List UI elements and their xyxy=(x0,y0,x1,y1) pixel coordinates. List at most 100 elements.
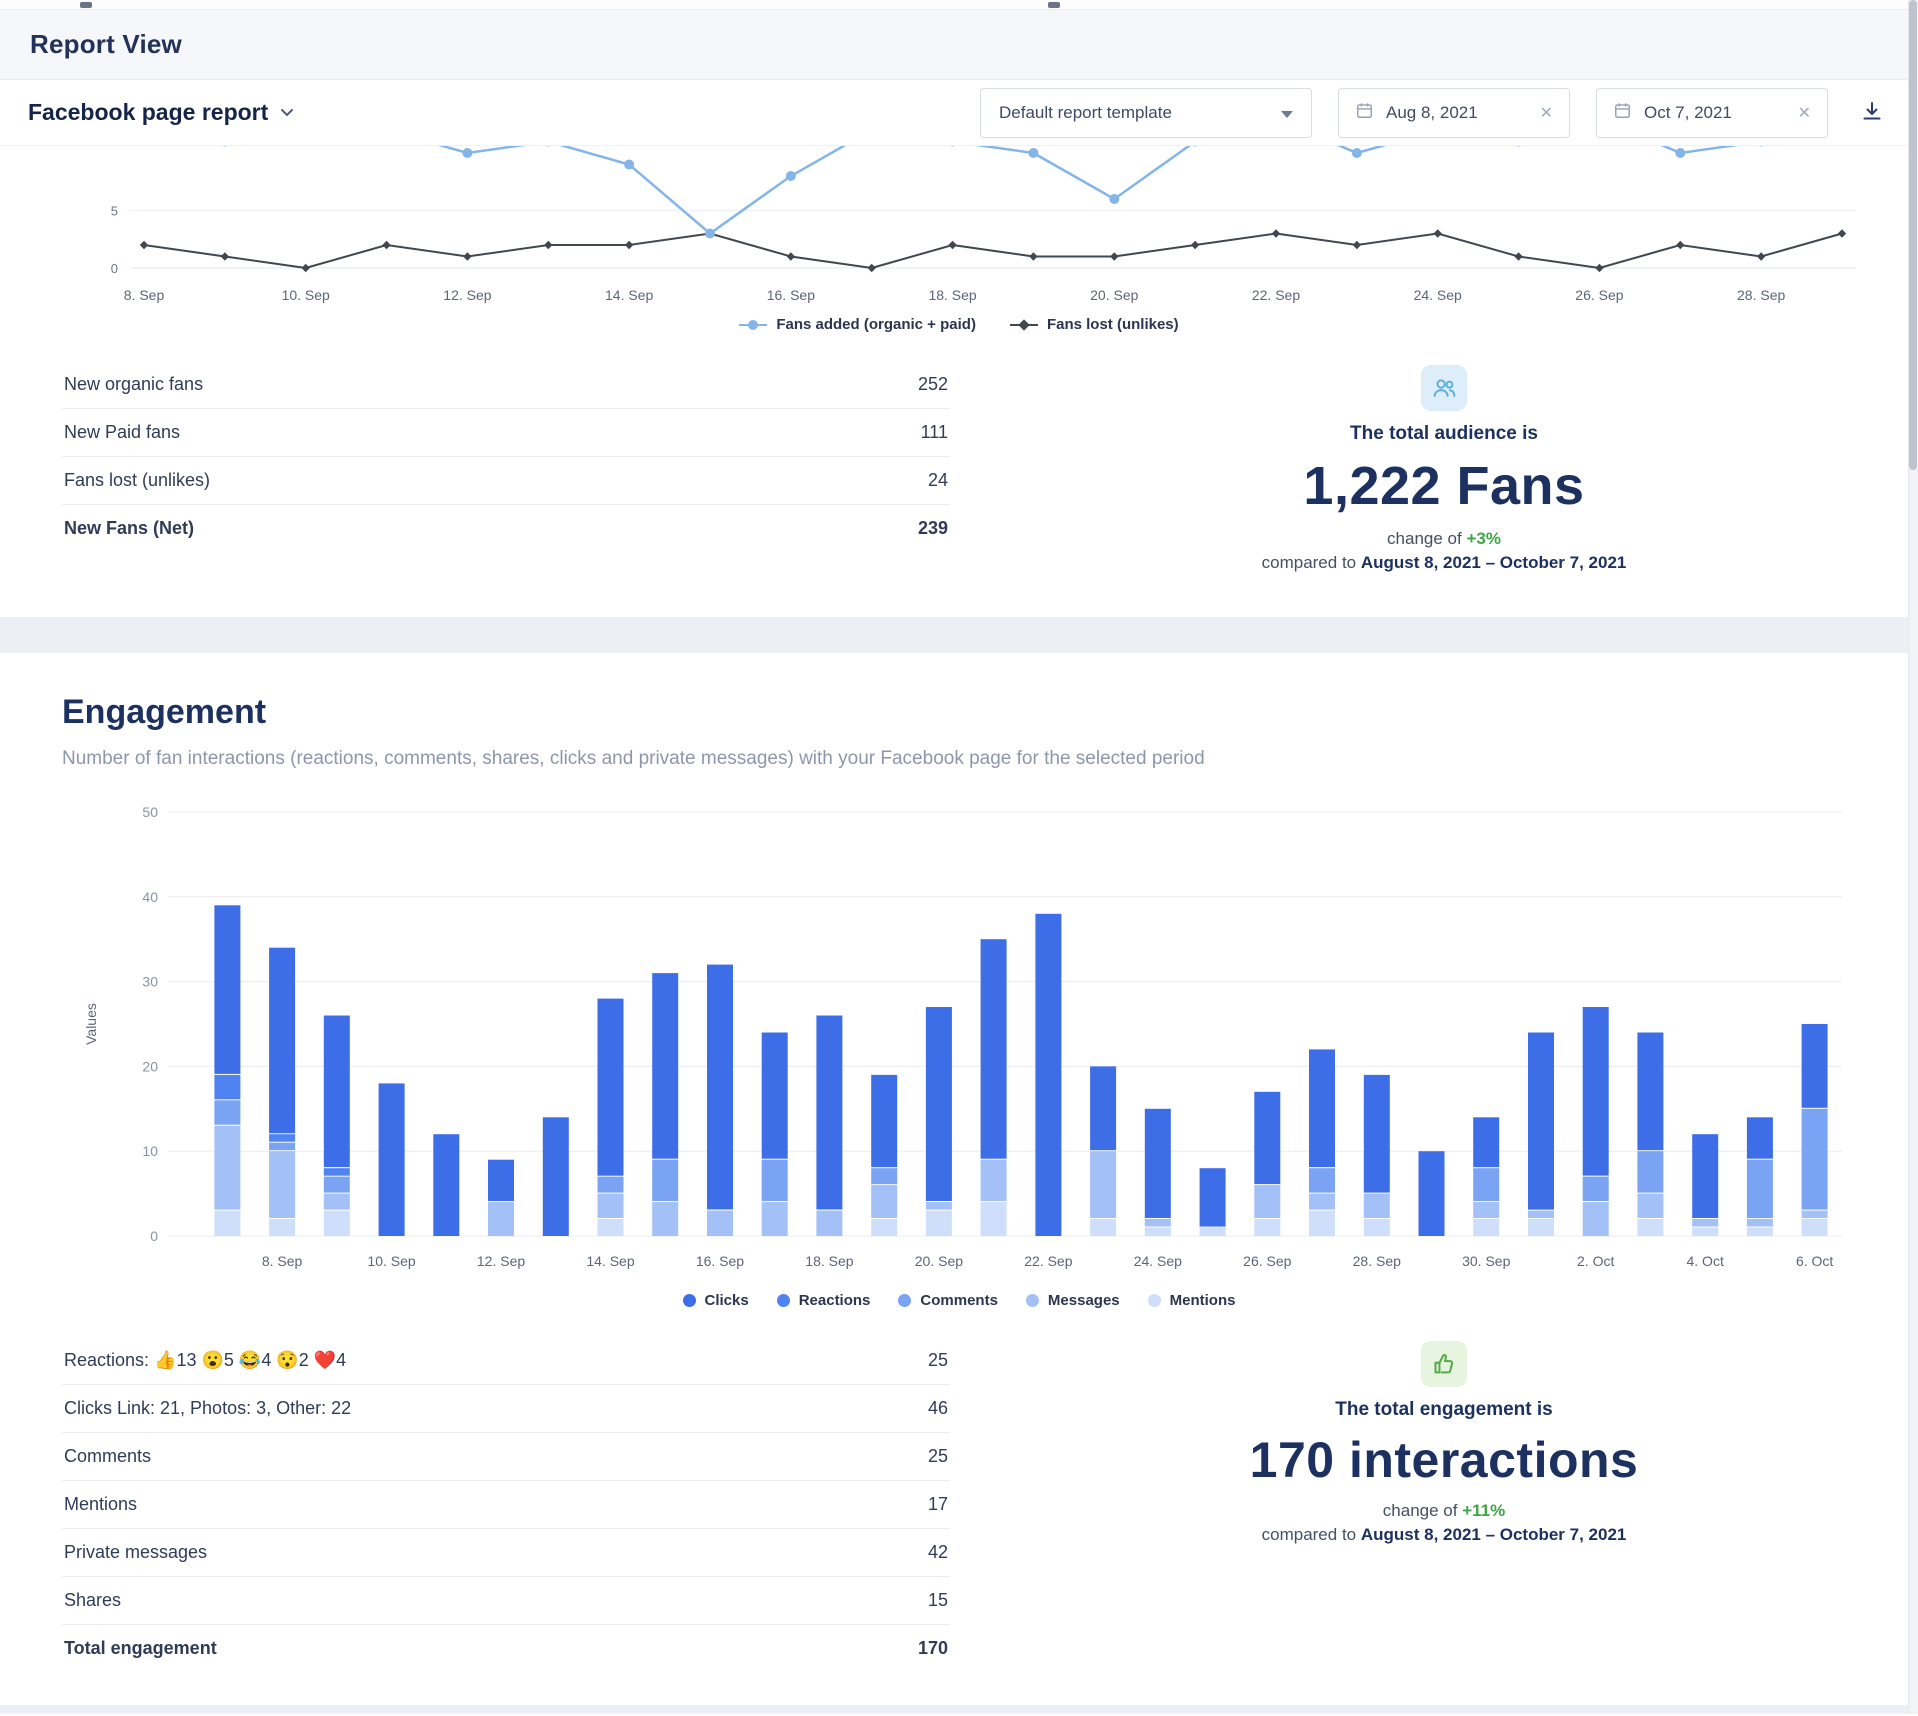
date-from-value: Aug 8, 2021 xyxy=(1386,103,1528,123)
row-value: 25 xyxy=(857,1433,950,1481)
download-icon xyxy=(1860,111,1884,126)
report-name: Facebook page report xyxy=(28,99,268,126)
table-row: New Paid fans111 xyxy=(62,409,950,457)
row-label: Shares xyxy=(62,1577,857,1625)
legend-label: Reactions xyxy=(799,1292,871,1309)
row-label: Mentions xyxy=(62,1481,857,1529)
vertical-scrollbar[interactable] xyxy=(1908,0,1918,1714)
svg-text:16. Sep: 16. Sep xyxy=(696,1253,744,1269)
scrollbar-thumb[interactable] xyxy=(1909,0,1917,470)
legend-item-fans-added-organic-paid[interactable]: Fans added (organic + paid) xyxy=(739,316,976,333)
download-report-button[interactable] xyxy=(1854,93,1890,132)
engagement-subtitle: Number of fan interactions (reactions, c… xyxy=(62,748,1856,770)
users-icon xyxy=(1421,365,1467,411)
row-value: 25 xyxy=(857,1337,950,1385)
engagement-total: 170 interactions xyxy=(1010,1431,1878,1489)
clear-date-icon[interactable]: ✕ xyxy=(1798,103,1811,123)
legend-label: Comments xyxy=(920,1292,998,1309)
calendar-icon xyxy=(1355,101,1374,125)
audience-summary: The total audience is 1,222 Fans change … xyxy=(1010,361,1878,573)
row-value: 170 xyxy=(857,1625,950,1673)
section-divider xyxy=(0,617,1918,653)
legend-item-messages[interactable]: Messages xyxy=(1026,1292,1120,1309)
report-name-dropdown[interactable]: Facebook page report xyxy=(28,99,294,126)
summary-change: change of +11% xyxy=(1010,1501,1878,1521)
legend-dot xyxy=(1026,1294,1039,1307)
thumbs-up-icon xyxy=(1421,1341,1467,1387)
legend-item-clicks[interactable]: Clicks xyxy=(683,1292,749,1309)
date-to-input[interactable]: Oct 7, 2021 ✕ xyxy=(1596,88,1828,138)
engagement-summary: The total engagement is 170 interactions… xyxy=(1010,1337,1878,1545)
row-label: Reactions: 👍13 😮5 😂4 😯2 ❤️4 xyxy=(62,1337,857,1385)
template-select[interactable]: Default report template xyxy=(980,88,1312,138)
table-row: Comments25 xyxy=(62,1433,950,1481)
svg-text:12. Sep: 12. Sep xyxy=(477,1253,525,1269)
summary-compare: compared to August 8, 2021 – October 7, … xyxy=(1010,553,1878,573)
svg-text:20: 20 xyxy=(142,1058,158,1074)
clear-date-icon[interactable]: ✕ xyxy=(1540,103,1553,123)
engagement-table: Reactions: 👍13 😮5 😂4 😯2 ❤️425Clicks Link… xyxy=(62,1337,950,1672)
clipped-row-fragment xyxy=(0,0,1918,10)
legend-label: Mentions xyxy=(1170,1292,1236,1309)
engagement-title: Engagement xyxy=(62,693,1856,732)
legend-dot xyxy=(777,1294,790,1307)
svg-text:22. Sep: 22. Sep xyxy=(1024,1253,1072,1269)
line-circle-marker xyxy=(739,319,767,331)
svg-text:5: 5 xyxy=(111,204,118,219)
table-row: Mentions17 xyxy=(62,1481,950,1529)
legend-dot xyxy=(683,1294,696,1307)
svg-text:8. Sep: 8. Sep xyxy=(262,1253,303,1269)
table-row: Total engagement170 xyxy=(62,1625,950,1673)
row-value: 239 xyxy=(786,505,950,553)
svg-text:28. Sep: 28. Sep xyxy=(1737,287,1785,303)
legend-item-comments[interactable]: Comments xyxy=(898,1292,998,1309)
svg-text:0: 0 xyxy=(111,261,118,276)
row-value: 17 xyxy=(857,1481,950,1529)
row-value: 15 xyxy=(857,1577,950,1625)
legend-label: Clicks xyxy=(705,1292,749,1309)
caret-down-icon xyxy=(1281,103,1293,123)
audience-table: New organic fans252New Paid fans111Fans … xyxy=(62,361,950,552)
svg-text:10. Sep: 10. Sep xyxy=(282,287,330,303)
calendar-icon xyxy=(1613,101,1632,125)
svg-text:Values: Values xyxy=(83,1003,99,1045)
table-row: New Fans (Net)239 xyxy=(62,505,950,553)
engagement-chart-legend: Clicks Reactions Comments Messages Mentions xyxy=(0,1282,1918,1313)
svg-text:14. Sep: 14. Sep xyxy=(605,287,653,303)
legend-item-reactions[interactable]: Reactions xyxy=(777,1292,871,1309)
compared-period: August 8, 2021 – October 7, 2021 xyxy=(1361,1525,1627,1544)
legend-dot xyxy=(1148,1294,1161,1307)
clipped-fragment xyxy=(80,2,92,8)
audience-section: 508. Sep10. Sep12. Sep14. Sep16. Sep18. … xyxy=(0,146,1918,617)
compared-label: compared to xyxy=(1262,1525,1357,1544)
change-label: change of xyxy=(1387,529,1462,548)
row-label: Comments xyxy=(62,1433,857,1481)
page-title: Report View xyxy=(30,29,182,60)
line-diamond-marker xyxy=(1010,319,1038,331)
bottom-divider xyxy=(0,1705,1918,1714)
svg-text:40: 40 xyxy=(142,889,158,905)
table-row: New organic fans252 xyxy=(62,361,950,409)
legend-item-fans-lost-unlikes[interactable]: Fans lost (unlikes) xyxy=(1010,316,1179,333)
row-label: Total engagement xyxy=(62,1625,857,1673)
row-value: 46 xyxy=(857,1385,950,1433)
table-row: Reactions: 👍13 😮5 😂4 😯2 ❤️425 xyxy=(62,1337,950,1385)
table-row: Shares15 xyxy=(62,1577,950,1625)
svg-text:10: 10 xyxy=(142,1143,158,1159)
svg-text:24. Sep: 24. Sep xyxy=(1134,1253,1182,1269)
summary-intro: The total audience is xyxy=(1010,423,1878,445)
audience-total: 1,222 Fans xyxy=(1010,455,1878,517)
legend-label: Fans lost (unlikes) xyxy=(1047,316,1179,333)
row-label: New organic fans xyxy=(62,361,786,409)
fans-line-chart: 508. Sep10. Sep12. Sep14. Sep16. Sep18. … xyxy=(0,146,1918,306)
legend-item-mentions[interactable]: Mentions xyxy=(1148,1292,1236,1309)
row-label: Fans lost (unlikes) xyxy=(62,457,786,505)
svg-text:28. Sep: 28. Sep xyxy=(1353,1253,1401,1269)
date-to-value: Oct 7, 2021 xyxy=(1644,103,1786,123)
table-row: Fans lost (unlikes)24 xyxy=(62,457,950,505)
date-from-input[interactable]: Aug 8, 2021 ✕ xyxy=(1338,88,1570,138)
svg-text:2. Oct: 2. Oct xyxy=(1577,1253,1614,1269)
row-label: Private messages xyxy=(62,1529,857,1577)
change-value: +11% xyxy=(1462,1501,1505,1520)
legend-label: Messages xyxy=(1048,1292,1120,1309)
